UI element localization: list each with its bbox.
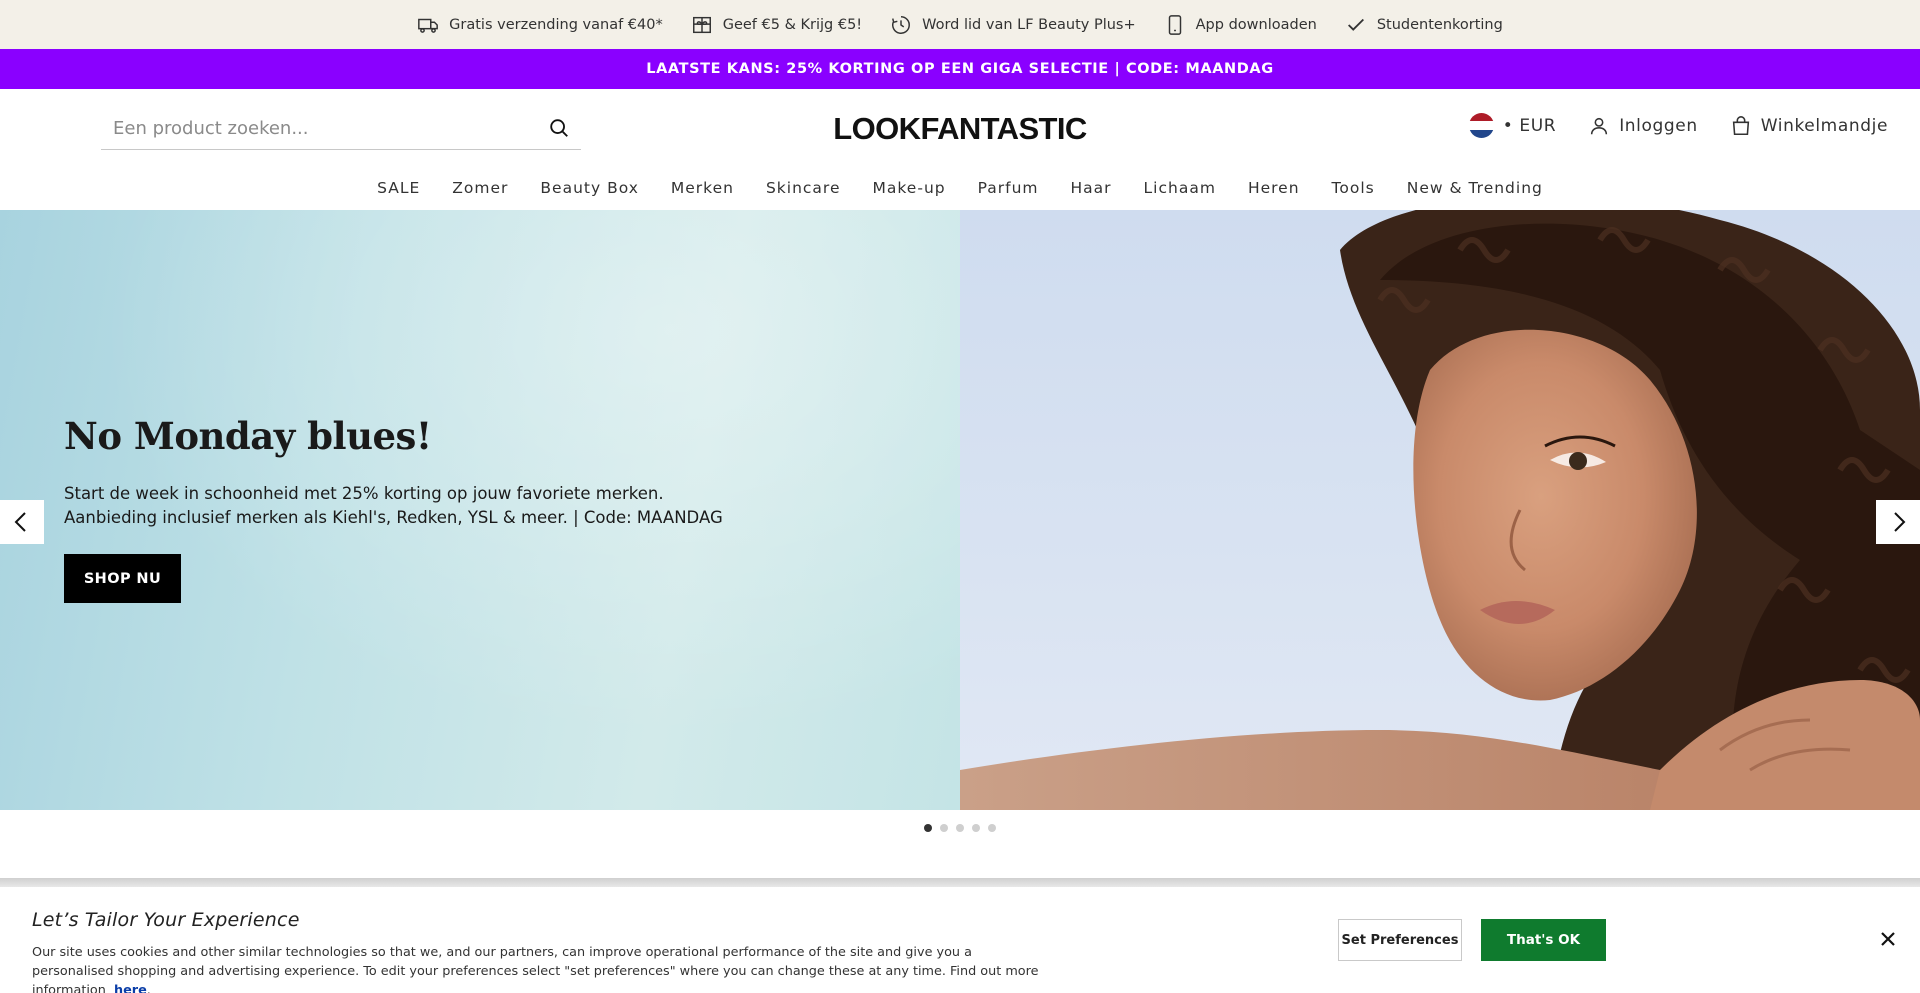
cart-link[interactable]: Winkelmandje <box>1730 115 1888 137</box>
main-navigation: SALE Zomer Beauty Box Merken Skincare Ma… <box>0 166 1920 210</box>
util-student-discount[interactable]: Studentenkorting <box>1345 14 1503 36</box>
util-free-shipping[interactable]: Gratis verzending vanaf €40* <box>417 14 663 36</box>
nav-item-skincare[interactable]: Skincare <box>766 179 841 197</box>
chevron-right-icon <box>1894 512 1906 532</box>
cookie-period: . <box>146 983 151 993</box>
search-icon <box>550 119 568 137</box>
check-icon <box>1347 18 1364 31</box>
nav-item-merken[interactable]: Merken <box>671 179 734 197</box>
carousel-dot-1[interactable] <box>924 824 932 832</box>
cookie-close-button[interactable] <box>1876 927 1900 951</box>
cookie-consent-banner: Let’s Tailor Your Experience Our site us… <box>0 887 1920 993</box>
shop-now-button[interactable]: SHOP NU <box>64 554 181 603</box>
carousel-dot-2[interactable] <box>940 824 948 832</box>
carousel-dot-4[interactable] <box>972 824 980 832</box>
hero-image[interactable] <box>960 210 1920 810</box>
cookie-banner-divider <box>0 878 1920 887</box>
nav-item-make-up[interactable]: Make-up <box>873 179 946 197</box>
util-refer-friend-label: Geef €5 & Krijg €5! <box>722 16 863 33</box>
util-refer-friend[interactable]: Geef €5 & Krijg €5! <box>691 14 862 36</box>
hero-description: Start de week in schoonheid met 25% kort… <box>64 484 723 527</box>
cookie-more-info-link[interactable]: here <box>114 983 147 993</box>
nav-item-sale[interactable]: SALE <box>377 179 420 197</box>
nav-item-zomer[interactable]: Zomer <box>452 179 508 197</box>
model-portrait-image <box>960 210 1920 810</box>
login-label: Inloggen <box>1619 115 1698 136</box>
cookie-banner-body: Our site uses cookies and other similar … <box>32 945 1039 993</box>
loyalty-icon <box>892 15 911 34</box>
promo-banner[interactable]: LAATSTE KANS: 25% KORTING OP EEN GIGA SE… <box>0 49 1920 89</box>
nav-item-new-trending[interactable]: New & Trending <box>1407 179 1543 197</box>
nav-item-lichaam[interactable]: Lichaam <box>1144 179 1216 197</box>
site-logo[interactable]: LOOKFANTASTIC <box>820 111 1100 147</box>
util-app-download-label: App downloaden <box>1195 16 1317 33</box>
carousel-prev-button[interactable] <box>0 500 44 544</box>
carousel-dot-5[interactable] <box>988 824 996 832</box>
promo-banner-text: LAATSTE KANS: 25% KORTING OP EEN GIGA SE… <box>646 61 1274 77</box>
cookie-banner-text: Our site uses cookies and other similar … <box>32 943 1052 993</box>
cookie-banner-title: Let’s Tailor Your Experience <box>32 909 300 931</box>
carousel-pagination <box>924 824 996 832</box>
gift-icon <box>692 16 711 33</box>
nav-item-haar[interactable]: Haar <box>1071 179 1112 197</box>
search-bar <box>101 107 581 150</box>
nav-item-heren[interactable]: Heren <box>1248 179 1300 197</box>
close-icon <box>1881 932 1895 946</box>
carousel-next-button[interactable] <box>1876 500 1920 544</box>
accept-cookies-button[interactable]: That's OK <box>1481 919 1606 961</box>
cart-label: Winkelmandje <box>1760 115 1888 136</box>
search-button[interactable] <box>537 107 581 150</box>
currency-selector[interactable]: • EUR <box>1468 113 1557 138</box>
hero-title: No Monday blues! <box>64 414 432 458</box>
util-beauty-plus-label: Word lid van LF Beauty Plus+ <box>922 16 1136 33</box>
nav-item-beauty-box[interactable]: Beauty Box <box>540 179 638 197</box>
currency-label: • EUR <box>1502 115 1557 136</box>
truck-icon <box>418 18 439 33</box>
header-actions: • EUR Inloggen Winkelmandje <box>1468 113 1888 138</box>
nav-item-tools[interactable]: Tools <box>1332 179 1375 197</box>
hero-carousel: No Monday blues! Start de week in schoon… <box>0 210 1920 810</box>
carousel-dot-3[interactable] <box>956 824 964 832</box>
util-student-discount-label: Studentenkorting <box>1376 16 1503 33</box>
shopping-bag-icon <box>1732 115 1749 135</box>
phone-icon <box>1168 14 1181 35</box>
search-input[interactable] <box>101 117 537 139</box>
util-app-download[interactable]: App downloaden <box>1164 14 1317 36</box>
netherlands-flag-icon <box>1468 113 1494 138</box>
user-icon <box>1591 117 1608 134</box>
set-preferences-button[interactable]: Set Preferences <box>1338 919 1462 961</box>
nav-item-parfum[interactable]: Parfum <box>978 179 1039 197</box>
util-free-shipping-label: Gratis verzending vanaf €40* <box>449 16 663 33</box>
site-header: LOOKFANTASTIC • EUR Inloggen Winkelmandj… <box>0 89 1920 166</box>
util-beauty-plus[interactable]: Word lid van LF Beauty Plus+ <box>890 14 1136 36</box>
login-link[interactable]: Inloggen <box>1588 115 1698 137</box>
chevron-left-icon <box>14 512 26 532</box>
utility-bar: Gratis verzending vanaf €40* Geef €5 & K… <box>0 0 1920 49</box>
